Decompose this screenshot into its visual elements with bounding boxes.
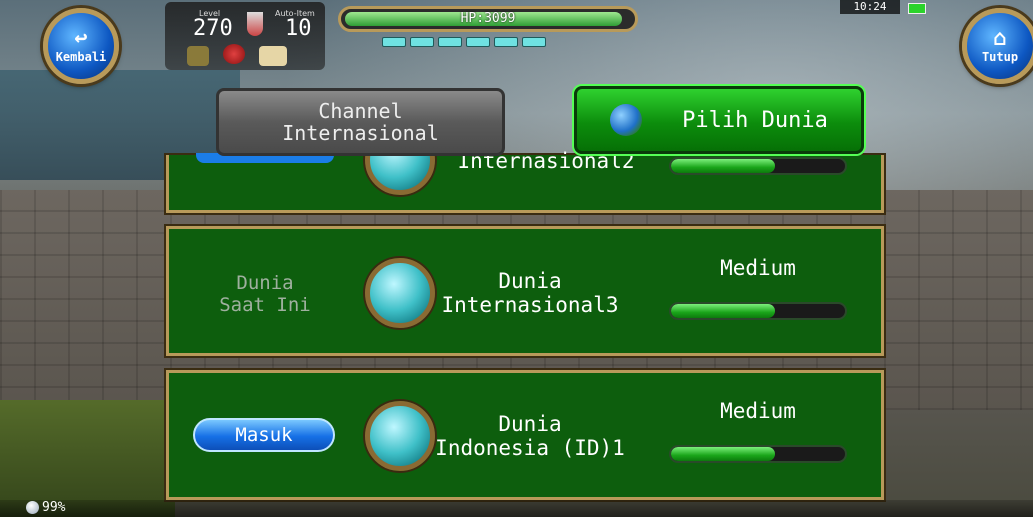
level-value: 270 <box>193 16 233 41</box>
enter-button[interactable]: Masuk <box>193 418 335 452</box>
mp-pip <box>494 37 518 47</box>
server-load-bar <box>669 157 847 175</box>
hp-bar: HP:3099 <box>338 6 638 32</box>
auto-item-value: 10 <box>285 16 312 41</box>
tab-channel[interactable]: Channel Internasional <box>216 88 505 156</box>
server-load-label: Medium <box>720 256 796 280</box>
battery-icon <box>908 3 926 14</box>
close-button-label: Tutup <box>981 50 1019 64</box>
mp-pip <box>410 37 434 47</box>
server-row-partial[interactable]: Internasional2 <box>166 125 884 213</box>
server-load-label: Medium <box>720 399 796 423</box>
footer-bar: 99% <box>0 500 1033 517</box>
close-button[interactable]: ⌂ Tutup <box>962 8 1033 84</box>
mp-pip <box>466 37 490 47</box>
player-status-panel: Level 270 Auto-Item 10 <box>165 2 325 70</box>
home-icon: ⌂ <box>993 26 1007 51</box>
tab-select-world[interactable]: Pilih Dunia <box>574 86 864 154</box>
mp-pip <box>382 37 406 47</box>
mp-pip <box>438 37 462 47</box>
progress-percent: 99% <box>42 500 66 515</box>
potion-icon <box>247 12 263 36</box>
tab-channel-label: Channel Internasional <box>282 99 439 145</box>
server-name: Dunia Internasional3 <box>441 269 619 317</box>
server-load-fill <box>671 447 776 461</box>
server-name: Dunia Indonesia (ID)1 <box>435 412 625 460</box>
medal-icon[interactable] <box>223 44 245 64</box>
server-load-fill <box>671 304 776 318</box>
mp-pips <box>382 37 546 47</box>
mp-pip <box>522 37 546 47</box>
back-arrow-icon: ↩ <box>74 26 88 51</box>
server-load-fill <box>671 159 776 173</box>
server-load-bar <box>669 445 847 463</box>
current-world-label: Dunia Saat Ini <box>219 272 311 316</box>
clock: 10:24 <box>840 0 900 14</box>
server-row[interactable]: Masuk Dunia Indonesia (ID)1 Medium <box>166 370 884 500</box>
tab-select-world-label: Pilih Dunia <box>682 107 828 133</box>
download-icon <box>26 501 39 514</box>
globe-icon <box>610 104 643 136</box>
certificate-icon[interactable] <box>259 46 287 66</box>
hp-text: HP:3099 <box>460 11 516 26</box>
back-button-label: Kembali <box>55 50 107 64</box>
back-button[interactable]: ↩ Kembali <box>43 8 119 84</box>
server-row[interactable]: Dunia Saat Ini Dunia Internasional3 Medi… <box>166 226 884 356</box>
bag-icon[interactable] <box>187 46 209 66</box>
server-load-bar <box>669 302 847 320</box>
